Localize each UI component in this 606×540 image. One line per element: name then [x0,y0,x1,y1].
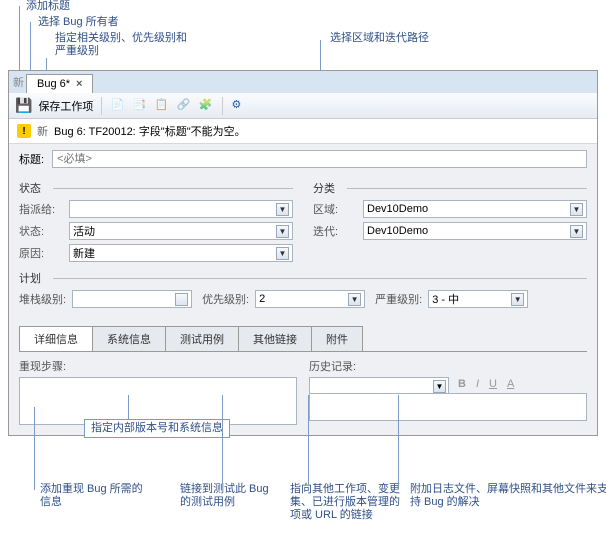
severity-label: 严重级别: [375,291,422,307]
document-tabbar: 新 Bug 6* × [9,71,597,93]
chevron-down-icon: ▼ [570,225,583,238]
toolbar-icon-5[interactable]: 🧩 [198,98,214,114]
stackrank-combo[interactable] [72,290,192,308]
area-label: 区域: [313,201,355,217]
plan-group: 计划 堆栈级别: 优先级别: 2▼ 严重级别: 3 - 中▼ [9,268,597,316]
chevron-down-icon: ▼ [348,293,361,306]
history-label: 历史记录: [309,358,587,374]
close-icon[interactable]: × [76,78,82,90]
title-row: 标题: [9,144,597,174]
callout-select-area: 选择区域和迭代路径 [330,32,429,45]
reason-combo[interactable]: 新建▼ [69,244,293,262]
iteration-label: 迭代: [313,223,355,239]
classification-group: 分类 区域: Dev10Demo▼ 迭代: Dev10Demo▼ [313,180,587,266]
tab-attach[interactable]: 附件 [311,326,363,351]
iteration-combo[interactable]: Dev10Demo▼ [363,222,587,240]
document-tab-label: Bug 6* [37,78,70,90]
toolbar-icon-3[interactable]: 📋 [154,98,170,114]
title-input[interactable] [52,150,587,168]
callout-add-repro: 添加重现 Bug 所需的 信息 [40,483,143,509]
state-label: 状态: [19,223,61,239]
save-icon[interactable]: 💾 [15,97,32,114]
title-label: 标题: [19,151,44,167]
toolbar: 💾 保存工作项 📄 📑 📋 🔗 🧩 ⚙ [9,93,597,119]
priority-combo[interactable]: 2▼ [255,290,365,308]
italic-button[interactable]: I [473,377,482,391]
callout-attach: 附加日志文件、屏幕快照和其他文件来支 持 Bug 的解决 [410,483,606,509]
callout-add-title: 添加标题 [26,0,70,13]
callout-link-test: 链接到测试此 Bug 的测试用例 [180,483,269,509]
underline-button[interactable]: U [486,377,500,391]
state-combo[interactable]: 活动▼ [69,222,293,240]
toolbar-icon-2[interactable]: 📑 [132,98,148,114]
severity-combo[interactable]: 3 - 中▼ [428,290,528,308]
chevron-down-icon [175,293,188,306]
chevron-down-icon: ▼ [276,247,289,260]
repro-textarea[interactable] [19,377,297,425]
save-button[interactable]: 保存工作项 [38,98,93,114]
classification-legend: 分类 [313,180,587,196]
stackrank-label: 堆栈级别: [19,291,66,307]
assigned-combo[interactable]: ▼ [69,200,293,218]
status-legend: 状态 [19,180,293,196]
detail-tabstrip: 详细信息 系统信息 测试用例 其他链接 附件 [19,326,587,352]
callout-link-other: 指向其他工作项、变更 集、已进行版本管理的 项或 URL 的链接 [290,483,400,523]
history-textarea[interactable] [309,393,587,421]
reason-label: 原因: [19,245,61,261]
line-other-v [308,395,309,485]
chevron-down-icon: ▼ [570,203,583,216]
warning-icon: ! [17,124,31,138]
plan-legend: 计划 [19,270,587,286]
chevron-down-icon: ▼ [276,203,289,216]
line-repro-v [34,407,35,490]
toolbar-icon-1[interactable]: 📄 [110,98,126,114]
workitem-panel: 新 Bug 6* × 💾 保存工作项 📄 📑 📋 🔗 🧩 ⚙ ! 新 Bug 6… [8,70,598,436]
callout-specify-build: 指定内部版本号和系统信息 [91,422,223,434]
chevron-down-icon: ▼ [511,293,524,306]
toolbar-icon-6[interactable]: ⚙ [231,98,247,114]
area-combo[interactable]: Dev10Demo▼ [363,200,587,218]
tab-other[interactable]: 其他链接 [238,326,312,351]
tab-prefix-icon: 新 [11,71,26,93]
tab-details[interactable]: 详细信息 [19,326,93,351]
tab-testcase[interactable]: 测试用例 [165,326,239,351]
line-build-v [128,395,129,420]
repro-label: 重现步骤: [19,358,297,374]
warning-bar: ! 新 Bug 6: TF20012: 字段"标题"不能为空。 [9,119,597,144]
line-attach-v [398,395,399,485]
callout-specify-levels: 指定相关级别、优先级别和 严重级别 [55,32,187,58]
callout-box-build: 指定内部版本号和系统信息 [84,419,230,438]
rtf-toolbar: B I U A [455,377,587,391]
chevron-down-icon: ▼ [276,225,289,238]
chevron-down-icon: ▼ [433,380,446,393]
priority-label: 优先级别: [202,291,249,307]
warning-new-label: 新 [37,123,48,139]
tab-system[interactable]: 系统信息 [92,326,166,351]
callout-select-owner: 选择 Bug 所有者 [38,16,119,29]
toolbar-icon-4[interactable]: 🔗 [176,98,192,114]
warning-message: Bug 6: TF20012: 字段"标题"不能为空。 [54,123,246,139]
document-tab[interactable]: Bug 6* × [26,74,93,93]
assigned-label: 指派给: [19,201,61,217]
bold-button[interactable]: B [455,377,469,391]
font-button[interactable]: A [504,377,517,391]
line-test-v [222,395,223,485]
status-group: 状态 指派给: ▼ 状态: 活动▼ 原因: 新建▼ [19,180,293,266]
